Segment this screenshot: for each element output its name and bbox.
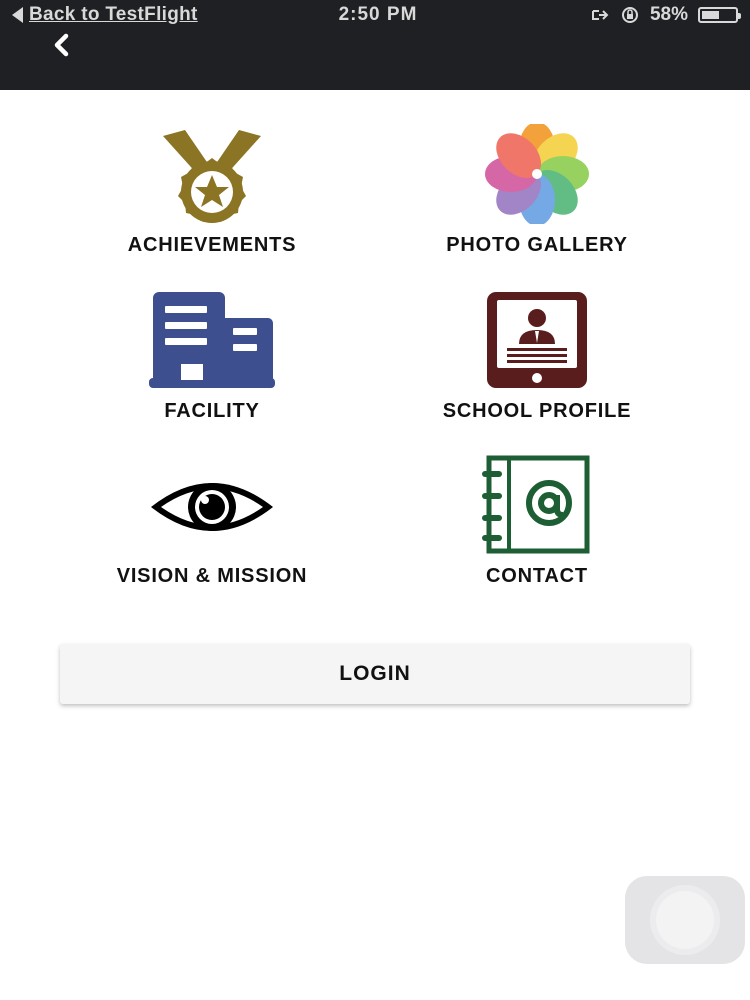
menu-tile-achievements[interactable]: ACHIEVEMENTS [62,120,362,265]
menu-tile-facility[interactable]: FACILITY [62,290,362,425]
menu-label-vision-mission: VISION & MISSION [116,565,308,587]
menu-label-achievements: ACHIEVEMENTS [127,234,297,256]
menu-label-facility: FACILITY [164,400,260,422]
building-icon [149,292,275,388]
address-book-icon [482,455,590,554]
profile-tablet-icon [487,292,587,388]
menu-label-photo-gallery: PHOTO GALLERY [446,234,628,256]
menu-tile-vision-mission[interactable]: VISION & MISSION [62,455,362,590]
rotation-lock-icon [621,7,638,23]
menu-tile-school-profile[interactable]: SCHOOL PROFILE [387,290,687,425]
battery-percent: 58% [649,4,688,25]
assistive-touch-circle-icon [656,891,714,949]
chevron-left-icon[interactable] [50,32,76,58]
menu-label-contact: CONTACT [486,565,588,587]
top-bar: Back to TestFlight 2:50 PM 58% [0,0,750,90]
photos-flower-icon [485,124,589,224]
assistive-touch-button[interactable] [625,876,745,964]
menu-tile-contact[interactable]: CONTACT [387,455,687,590]
login-button[interactable]: LOGIN [60,644,690,704]
screen-mirroring-icon [591,10,609,20]
battery-fill [702,11,719,19]
status-bar: Back to TestFlight 2:50 PM 58% [0,0,750,30]
status-right: 58% [590,4,741,26]
eye-icon [151,483,273,531]
menu-label-school-profile: SCHOOL PROFILE [442,400,632,422]
medal-icon [163,130,261,223]
battery-icon [698,7,741,23]
menu-tile-photo-gallery[interactable]: PHOTO GALLERY [387,120,687,265]
